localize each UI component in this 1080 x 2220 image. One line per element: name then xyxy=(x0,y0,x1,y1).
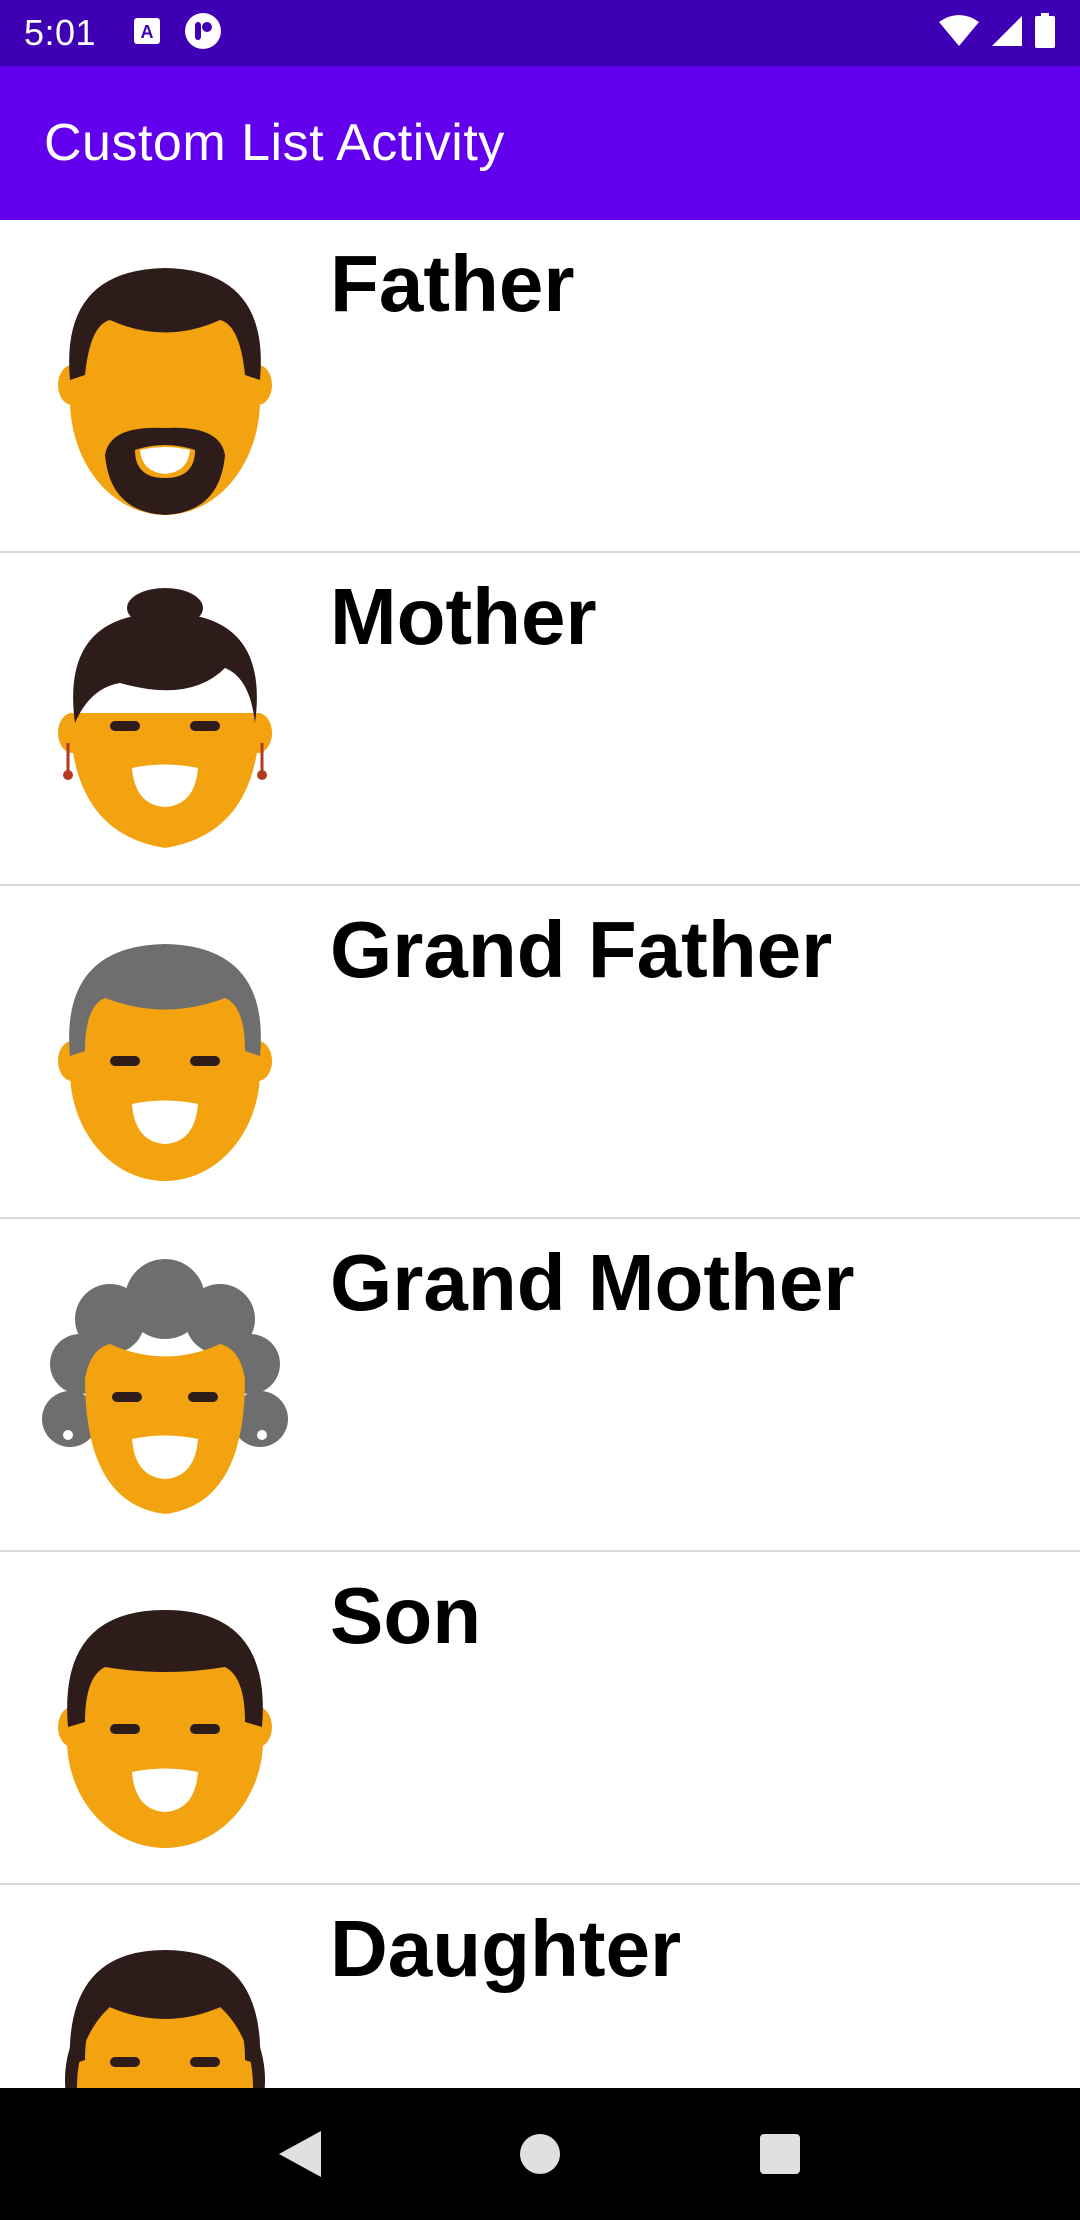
son-avatar-icon xyxy=(58,1610,272,1848)
navigation-bar xyxy=(0,2088,1080,2220)
wifi-icon xyxy=(938,14,980,53)
status-left-icons: A xyxy=(132,12,222,55)
list-item-grand-mother[interactable]: Grand Mother xyxy=(0,1219,1080,1552)
list-item-label: Father xyxy=(330,239,575,328)
father-avatar-icon xyxy=(58,268,272,515)
list-item-label: Son xyxy=(330,1571,482,1660)
page-title: Custom List Activity xyxy=(44,114,505,172)
back-icon xyxy=(279,2131,321,2177)
list-item-label: Mother xyxy=(330,572,597,661)
back-button[interactable] xyxy=(260,2114,340,2194)
list-item-label: Daughter xyxy=(330,1904,682,1993)
list-item-label: Grand Mother xyxy=(330,1238,855,1327)
podcast-notification-icon xyxy=(184,12,222,55)
list-item-grand-father[interactable]: Grand Father xyxy=(0,886,1080,1219)
status-time: 5:01 xyxy=(24,12,97,53)
list-item-father[interactable]: Father xyxy=(0,220,1080,553)
home-icon xyxy=(520,2134,560,2174)
recents-icon xyxy=(760,2134,800,2174)
app-bar: Custom List Activity xyxy=(0,66,1080,220)
a-notification-icon: A xyxy=(132,16,162,51)
recents-button[interactable] xyxy=(740,2114,820,2194)
battery-icon xyxy=(1034,12,1056,54)
family-list[interactable]: Father Mother Grand Father Grand Mother … xyxy=(0,220,1080,2088)
cell-signal-icon xyxy=(990,14,1024,53)
mother-avatar-icon xyxy=(58,588,272,848)
daughter-avatar-icon xyxy=(65,1950,265,2088)
status-bar: 5:01 A xyxy=(0,0,1080,66)
list-item-label: Grand Father xyxy=(330,905,833,994)
list-item-son[interactable]: Son xyxy=(0,1552,1080,1885)
list-item-daughter[interactable]: Daughter xyxy=(0,1885,1080,2088)
status-right-icons xyxy=(938,12,1056,54)
list-item-mother[interactable]: Mother xyxy=(0,553,1080,886)
home-button[interactable] xyxy=(500,2114,580,2194)
svg-text:A: A xyxy=(141,22,154,42)
grandmother-avatar-icon xyxy=(42,1259,288,1514)
grandfather-avatar-icon xyxy=(58,944,272,1181)
